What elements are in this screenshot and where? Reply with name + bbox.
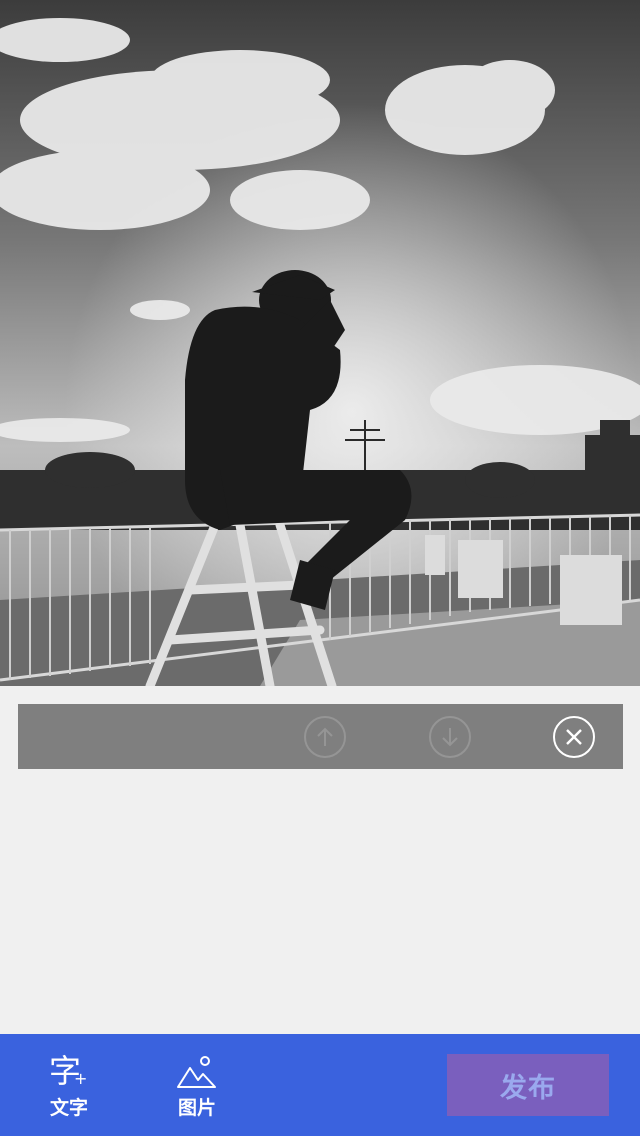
bottom-bar: 字 + 文字 图片 发布 bbox=[0, 1034, 640, 1136]
add-image-label: 图片 bbox=[177, 1097, 216, 1119]
mountain-icon bbox=[177, 1056, 216, 1088]
arrow-up-circle-icon bbox=[317, 727, 333, 746]
arrow-down-circle-icon bbox=[442, 728, 458, 747]
add-text-button[interactable]: 字 + 文字 bbox=[29, 1054, 109, 1120]
add-text-label: 文字 bbox=[49, 1097, 88, 1119]
publish-button[interactable]: 发布 bbox=[447, 1054, 609, 1116]
add-text-icon: 字 + bbox=[47, 1054, 91, 1094]
photo[interactable] bbox=[0, 0, 640, 686]
add-image-button[interactable]: 图片 bbox=[157, 1054, 237, 1120]
plus-icon: + bbox=[74, 1069, 88, 1088]
photo-image bbox=[0, 0, 640, 686]
delete-button[interactable] bbox=[553, 716, 595, 758]
move-down-button[interactable] bbox=[429, 716, 471, 758]
close-circle-icon bbox=[566, 729, 582, 745]
move-up-button[interactable] bbox=[304, 716, 346, 758]
add-image-icon bbox=[175, 1054, 219, 1094]
item-toolbar bbox=[18, 704, 623, 769]
